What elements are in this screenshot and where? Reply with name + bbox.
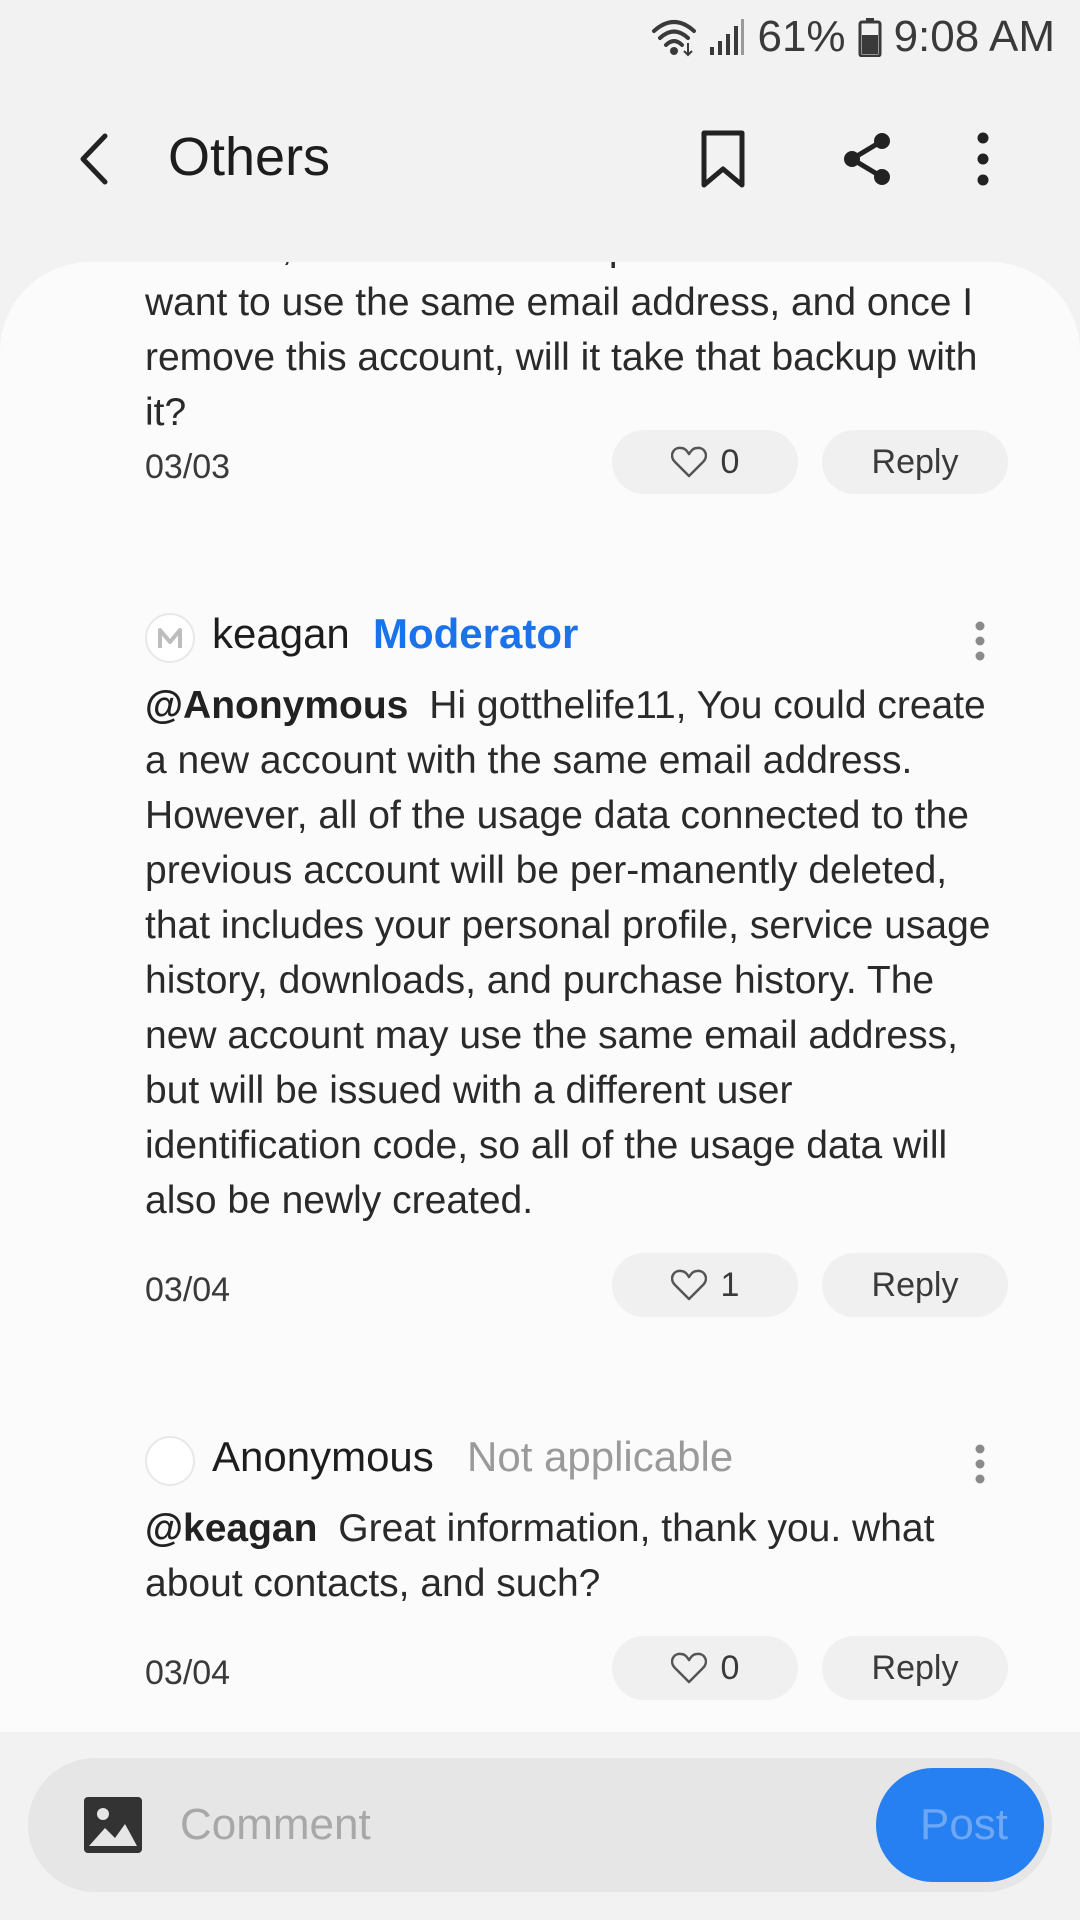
heart-icon [670, 1652, 707, 1684]
like-button[interactable]: 0 [612, 1636, 798, 1700]
heart-icon [670, 446, 707, 478]
author-name[interactable]: Anonymous [212, 1433, 434, 1481]
more-options-button[interactable] [946, 122, 1020, 196]
comment-body: @keagan Great information, thank you. wh… [145, 1501, 1015, 1611]
comment-date: 03/04 [145, 1654, 231, 1692]
author-role-badge: Not applicable [467, 1433, 734, 1480]
comment-bar: Post [28, 1758, 1052, 1892]
more-vertical-icon [975, 621, 985, 661]
post-button[interactable]: Post [876, 1768, 1044, 1882]
more-vertical-icon [975, 1444, 985, 1484]
comment-date: 03/03 [145, 448, 231, 486]
app-bar: Others [0, 74, 1080, 244]
share-button[interactable] [830, 122, 904, 196]
battery-icon [858, 17, 882, 57]
avatar [145, 1436, 195, 1486]
more-vertical-icon [977, 132, 989, 186]
reply-button[interactable]: Reply [822, 1636, 1008, 1700]
wifi-icon [651, 17, 697, 57]
mention-link[interactable]: @keagan [145, 1507, 317, 1550]
bookmark-icon [701, 130, 745, 188]
clock: 9:08 AM [893, 12, 1055, 61]
share-icon [844, 133, 890, 185]
image-icon [84, 1797, 142, 1853]
comment-more-button[interactable] [960, 611, 1000, 671]
comment-text: Hi gotthelife11, You could create a new … [145, 684, 991, 1222]
mention-link[interactable]: @Anonymous [145, 684, 408, 727]
status-icons: 61% 9:08 AM [651, 10, 1055, 64]
author-role-badge: Moderator [373, 610, 579, 657]
like-count: 1 [720, 1265, 740, 1304]
comment-date: 03/04 [145, 1271, 231, 1309]
comments-list[interactable]: account, or will that not be possible be… [0, 262, 1080, 1732]
back-button[interactable] [60, 124, 130, 194]
like-button[interactable]: 0 [612, 430, 798, 494]
screen: 61% 9:08 AM Others want to use the same … [0, 0, 1080, 1920]
heart-icon [670, 1269, 707, 1301]
author-name[interactable]: keagan [212, 610, 350, 658]
like-count: 0 [720, 442, 740, 481]
battery-percent: 61% [757, 12, 846, 61]
like-count: 0 [720, 1648, 740, 1687]
like-button[interactable]: 1 [612, 1253, 798, 1317]
comment-body: @Anonymous Hi gotthelife11, You could cr… [145, 678, 1015, 1228]
attach-image-button[interactable] [82, 1794, 144, 1856]
page-title: Others [168, 127, 331, 187]
m-logo-icon [158, 628, 182, 648]
back-arrow-icon [80, 133, 108, 185]
comment-more-button[interactable] [960, 1434, 1000, 1494]
bookmark-button[interactable] [686, 122, 760, 196]
comment-input[interactable] [180, 1792, 700, 1858]
avatar [145, 613, 195, 663]
reply-button[interactable]: Reply [822, 430, 1008, 494]
signal-icon [709, 17, 745, 57]
status-bar: 61% 9:08 AM [0, 0, 1080, 74]
comment-text: account, or will that not be possible be… [145, 262, 978, 434]
reply-button[interactable]: Reply [822, 1253, 1008, 1317]
